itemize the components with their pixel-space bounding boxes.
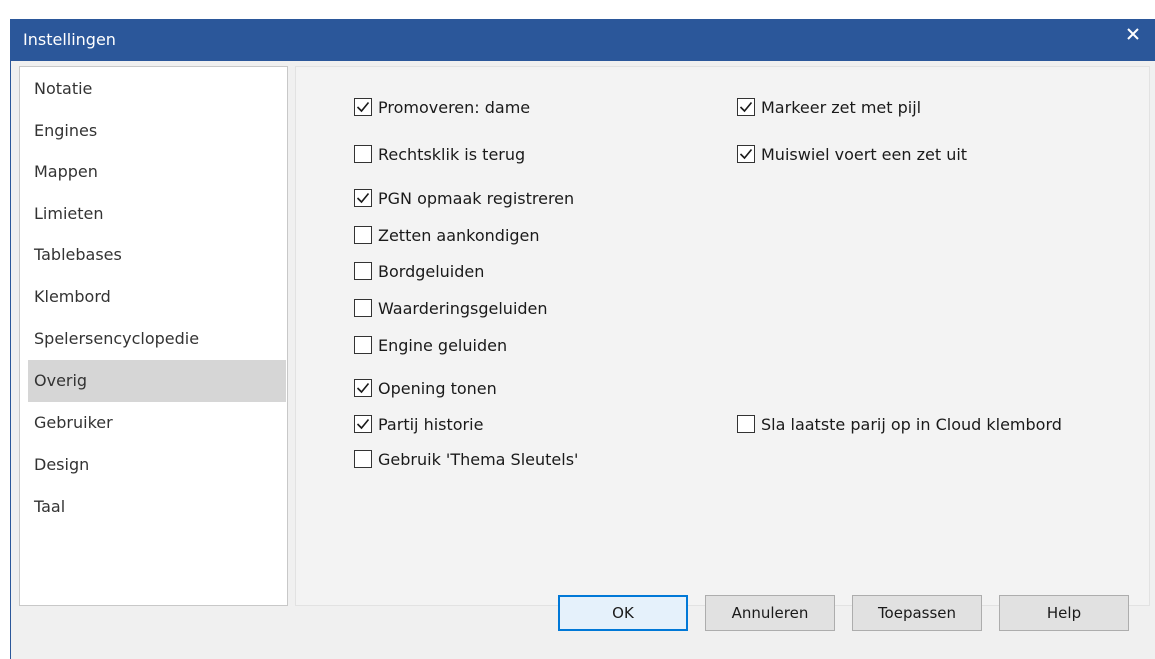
waardering-checkbox[interactable] bbox=[354, 299, 372, 317]
option-thema[interactable]: Gebruik 'Thema Sleutels' bbox=[354, 444, 578, 474]
option-markeer[interactable]: Markeer zet met pijl bbox=[737, 92, 921, 122]
pgn-label: PGN opmaak registreren bbox=[378, 188, 575, 208]
option-partij[interactable]: Partij historie bbox=[354, 409, 483, 439]
settings-sidebar: Notatie Engines Mappen Limieten Tablebas… bbox=[19, 66, 288, 606]
sidebar-item-engines[interactable]: Engines bbox=[28, 110, 286, 152]
apply-button[interactable]: Toepassen bbox=[852, 595, 982, 631]
sidebar-item-spelersencyclopedie[interactable]: Spelersencyclopedie bbox=[28, 318, 286, 360]
sidebar-item-design[interactable]: Design bbox=[28, 444, 286, 486]
thema-label: Gebruik 'Thema Sleutels' bbox=[378, 449, 579, 469]
checkmark-icon bbox=[356, 101, 370, 113]
bord-checkbox[interactable] bbox=[354, 262, 372, 280]
sidebar-item-notatie[interactable]: Notatie bbox=[28, 68, 286, 110]
option-opening[interactable]: Opening tonen bbox=[354, 373, 497, 403]
settings-panel: Promoveren: dame Markeer zet met pijl Re… bbox=[295, 66, 1150, 606]
promoveren-label: Promoveren: dame bbox=[378, 97, 531, 117]
title-bar: Instellingen bbox=[11, 19, 1155, 61]
partij-label: Partij historie bbox=[378, 414, 484, 434]
opening-label: Opening tonen bbox=[378, 378, 497, 398]
close-icon bbox=[1127, 28, 1139, 40]
sidebar-item-mappen[interactable]: Mappen bbox=[28, 151, 286, 193]
help-button[interactable]: Help bbox=[999, 595, 1129, 631]
bord-label: Bordgeluiden bbox=[378, 261, 485, 281]
thema-checkbox[interactable] bbox=[354, 450, 372, 468]
checkmark-icon bbox=[356, 192, 370, 204]
opening-checkbox[interactable] bbox=[354, 379, 372, 397]
option-muiswiel[interactable]: Muiswiel voert een zet uit bbox=[737, 139, 967, 169]
cancel-button[interactable]: Annuleren bbox=[705, 595, 835, 631]
zetten-label: Zetten aankondigen bbox=[378, 225, 540, 245]
option-zetten[interactable]: Zetten aankondigen bbox=[354, 220, 540, 250]
sidebar-item-tablebases[interactable]: Tablebases bbox=[28, 234, 286, 276]
partij-checkbox[interactable] bbox=[354, 415, 372, 433]
checkmark-icon bbox=[356, 382, 370, 394]
option-bord[interactable]: Bordgeluiden bbox=[354, 256, 484, 286]
checkmark-icon bbox=[739, 148, 753, 160]
option-rechtsklik[interactable]: Rechtsklik is terug bbox=[354, 139, 525, 169]
cloud-label: Sla laatste parij op in Cloud klembord bbox=[761, 414, 1062, 434]
ok-button[interactable]: OK bbox=[558, 595, 688, 631]
sidebar-item-overig[interactable]: Overig bbox=[28, 360, 286, 402]
muiswiel-checkbox[interactable] bbox=[737, 145, 755, 163]
engine-checkbox[interactable] bbox=[354, 336, 372, 354]
zetten-checkbox[interactable] bbox=[354, 226, 372, 244]
window-title: Instellingen bbox=[23, 30, 116, 49]
muiswiel-label: Muiswiel voert een zet uit bbox=[761, 144, 968, 164]
option-promoveren[interactable]: Promoveren: dame bbox=[354, 92, 530, 122]
option-pgn[interactable]: PGN opmaak registreren bbox=[354, 183, 574, 213]
sidebar-item-taal[interactable]: Taal bbox=[28, 486, 286, 528]
settings-dialog: Instellingen Notatie Engines Mappen Limi… bbox=[10, 19, 1155, 659]
cloud-checkbox[interactable] bbox=[737, 415, 755, 433]
waardering-label: Waarderingsgeluiden bbox=[378, 298, 548, 318]
markeer-checkbox[interactable] bbox=[737, 98, 755, 116]
checkmark-icon bbox=[739, 101, 753, 113]
option-waardering[interactable]: Waarderingsgeluiden bbox=[354, 293, 548, 323]
sidebar-item-gebruiker[interactable]: Gebruiker bbox=[28, 402, 286, 444]
checkmark-icon bbox=[356, 418, 370, 430]
option-cloud[interactable]: Sla laatste parij op in Cloud klembord bbox=[737, 409, 1062, 439]
close-button[interactable] bbox=[1113, 19, 1153, 49]
engine-label: Engine geluiden bbox=[378, 335, 508, 355]
rechtsklik-checkbox[interactable] bbox=[354, 145, 372, 163]
option-engine[interactable]: Engine geluiden bbox=[354, 330, 507, 360]
pgn-checkbox[interactable] bbox=[354, 189, 372, 207]
sidebar-item-limieten[interactable]: Limieten bbox=[28, 193, 286, 235]
rechtsklik-label: Rechtsklik is terug bbox=[378, 144, 526, 164]
promoveren-checkbox[interactable] bbox=[354, 98, 372, 116]
sidebar-item-klembord[interactable]: Klembord bbox=[28, 276, 286, 318]
markeer-label: Markeer zet met pijl bbox=[761, 97, 922, 117]
